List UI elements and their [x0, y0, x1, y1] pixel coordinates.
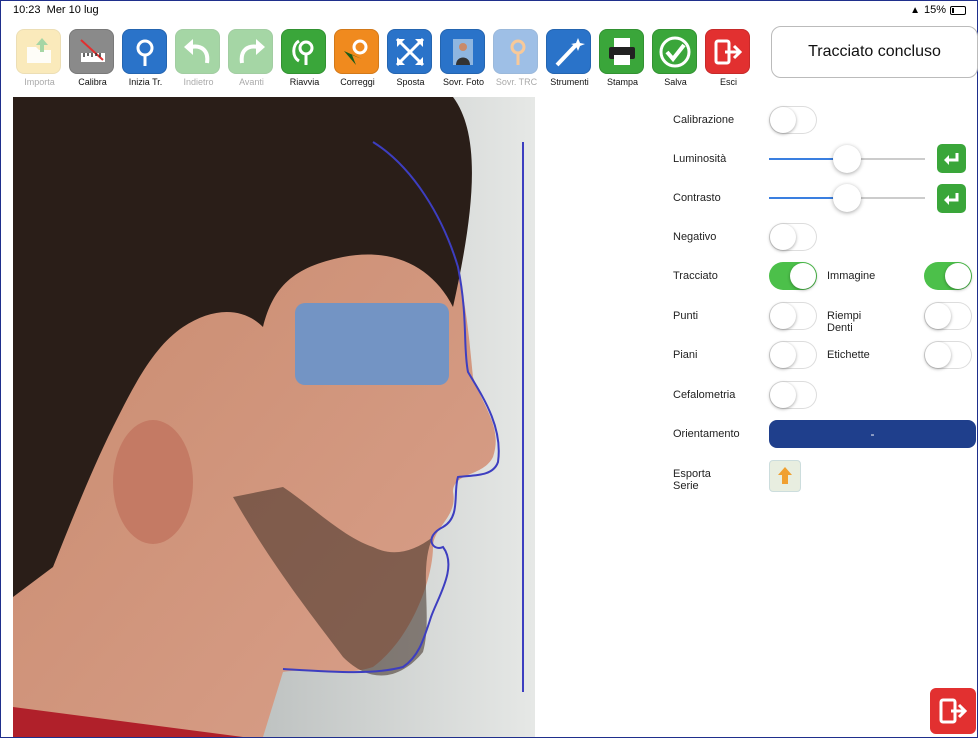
battery-icon [950, 5, 966, 15]
wifi-icon: ▲ [910, 4, 920, 16]
orientamento-label: Orientamento [673, 428, 740, 440]
piani-label: Piani [673, 349, 698, 361]
toolbar: Importa Calibra Inizia Tr. Indietro Avanti Ri… [13, 26, 755, 90]
luminosita-slider[interactable] [769, 145, 925, 173]
toolbar-button-label: Importa [24, 77, 55, 87]
undo-arrow-icon [175, 29, 220, 74]
immagine-label: Immagine [827, 270, 876, 282]
privacy-mask [295, 303, 449, 385]
toolbar-button-riavvia[interactable]: Riavvia [278, 26, 331, 90]
status-right: ▲ 15% [910, 4, 966, 16]
toolbar-button-label: Stampa [606, 77, 639, 87]
calibrate-ruler-icon [69, 29, 114, 74]
start-tracing-icon [122, 29, 167, 74]
overlay-trace-icon [493, 29, 538, 74]
export-arrow-icon [778, 467, 792, 484]
exit-icon [705, 29, 750, 74]
redo-arrow-icon [228, 29, 273, 74]
contrasto-reset-button[interactable] [937, 184, 966, 213]
calibrazione-label: Calibrazione [673, 114, 735, 126]
luminosita-reset-button[interactable] [937, 144, 966, 173]
riempi-denti-label: Riempi Denti [827, 310, 862, 334]
reset-arrow-icon [943, 192, 958, 205]
toolbar-button-label: Indietro [183, 77, 214, 87]
toolbar-button-avanti[interactable]: Avanti [225, 26, 278, 90]
toolbar-button-importa[interactable]: Importa [13, 26, 66, 90]
toolbar-button-calibra[interactable]: Calibra [66, 26, 119, 90]
overlay-photo-icon [440, 29, 485, 74]
tracciato-label: Tracciato [673, 270, 718, 282]
toolbar-button-label: Salva [664, 77, 687, 87]
toolbar-button-sovr-foto[interactable]: Sovr. Foto [437, 26, 490, 90]
correct-cursor-icon [334, 29, 379, 74]
toolbar-button-inizia-tr[interactable]: Inizia Tr. [119, 26, 172, 90]
tracing-status-button[interactable]: Tracciato concluso [771, 26, 978, 78]
esporta-serie-button[interactable] [769, 460, 801, 492]
save-check-icon [652, 29, 697, 74]
immagine-toggle[interactable] [924, 262, 972, 290]
piani-toggle[interactable] [769, 341, 817, 369]
punti-label: Punti [673, 310, 699, 322]
toolbar-button-correggi[interactable]: Correggi [331, 26, 384, 90]
orientamento-button[interactable]: - [769, 420, 976, 448]
toolbar-button-label: Inizia Tr. [128, 77, 163, 87]
contrasto-slider[interactable] [769, 184, 925, 212]
toolbar-button-label: Riavvia [289, 77, 320, 87]
cefalometria-toggle[interactable] [769, 381, 817, 409]
negativo-toggle[interactable] [769, 223, 817, 251]
riempi-denti-toggle[interactable] [924, 302, 972, 330]
toolbar-button-esci[interactable]: Esci [702, 26, 755, 90]
battery-level: 15% [923, 4, 946, 16]
luminosita-label: Luminosità [673, 153, 727, 165]
profile-photo-image [13, 97, 535, 737]
status-bar: 10:23 Mer 10 lug ▲ 15% [0, 0, 978, 20]
tracciato-toggle[interactable] [769, 262, 817, 290]
toolbar-button-label: Strumenti [550, 77, 589, 87]
toolbar-button-salva[interactable]: Salva [649, 26, 702, 90]
esporta-serie-label: Esporta Serie [673, 468, 711, 492]
toolbar-button-sovr-trc[interactable]: Sovr. TRC [490, 26, 543, 90]
printer-icon [599, 29, 644, 74]
toolbar-button-stampa[interactable]: Stampa [596, 26, 649, 90]
toolbar-button-label: Avanti [239, 77, 264, 87]
toolbar-button-label: Correggi [340, 77, 375, 87]
toolbar-button-label: Esci [719, 77, 737, 87]
etichette-label: Etichette [827, 349, 870, 361]
etichette-toggle[interactable] [924, 341, 972, 369]
tools-wand-icon [546, 29, 591, 74]
toolbar-button-label: Sovr. TRC [495, 77, 538, 87]
status-time: 10:23 Mer 10 lug [13, 4, 99, 16]
toolbar-button-strumenti[interactable]: Strumenti [543, 26, 596, 90]
reset-arrow-icon [943, 152, 958, 165]
toolbar-button-label: Sposta [396, 77, 425, 87]
exit-icon [939, 698, 968, 724]
toolbar-button-sposta[interactable]: Sposta [384, 26, 437, 90]
calibrazione-toggle[interactable] [769, 106, 817, 134]
punti-toggle[interactable] [769, 302, 817, 330]
toolbar-button-indietro[interactable]: Indietro [172, 26, 225, 90]
move-arrows-icon [387, 29, 432, 74]
patient-photo[interactable] [13, 97, 535, 737]
restart-icon [281, 29, 326, 74]
contrasto-label: Contrasto [673, 192, 721, 204]
negativo-label: Negativo [673, 231, 717, 243]
cefalometria-label: Cefalometria [673, 389, 736, 401]
exit-button[interactable] [930, 688, 976, 734]
toolbar-button-label: Sovr. Foto [442, 77, 485, 87]
import-icon [16, 29, 61, 74]
toolbar-button-label: Calibra [78, 77, 107, 87]
